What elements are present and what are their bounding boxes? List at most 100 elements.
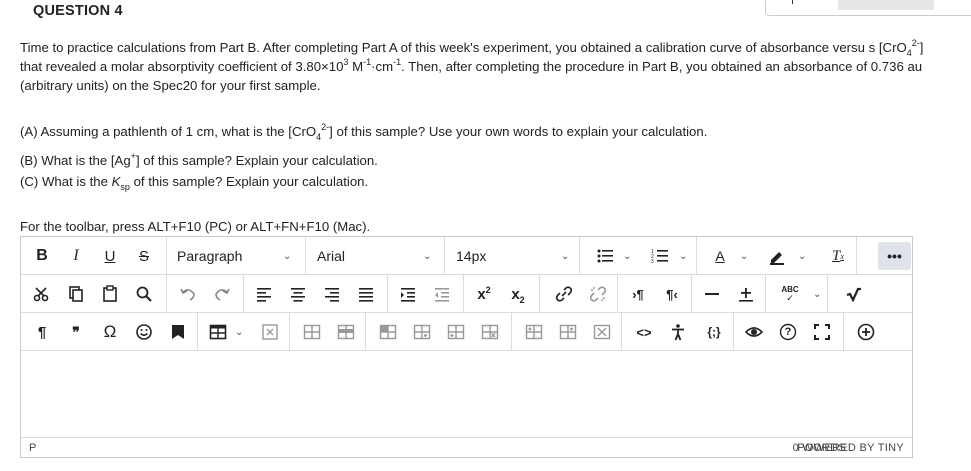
- table-button[interactable]: [207, 313, 229, 351]
- chevron-down-icon[interactable]: ⌄: [740, 251, 748, 262]
- numbered-list-button[interactable]: 123: [649, 237, 671, 275]
- superscript-button[interactable]: x2: [473, 275, 495, 313]
- cut-button[interactable]: [31, 275, 53, 313]
- qa-sup: 2-: [321, 122, 330, 132]
- align-left-button[interactable]: [253, 275, 275, 313]
- align-right-button[interactable]: [321, 275, 343, 313]
- cell-properties-button[interactable]: [335, 313, 357, 351]
- question-title: QUESTION 4: [33, 3, 123, 19]
- font-label: Arial: [317, 248, 346, 264]
- find-button[interactable]: [133, 275, 155, 313]
- delete-cells-icon: [481, 324, 499, 340]
- insert-column-before-button[interactable]: [523, 313, 545, 351]
- delete-row-button[interactable]: [445, 313, 467, 351]
- editor-content-area[interactable]: [21, 351, 912, 437]
- toolbar-note: For the toolbar, press ALT+F10 (PC) or A…: [20, 219, 371, 234]
- show-blocks-button[interactable]: ¶: [31, 313, 53, 351]
- subscript-icon: x2: [511, 285, 525, 305]
- italic-button[interactable]: I: [65, 237, 87, 275]
- justify-button[interactable]: [355, 275, 377, 313]
- outdent-icon: [435, 288, 449, 302]
- toolbar-separator: [289, 313, 290, 350]
- accessibility-icon: [672, 324, 684, 341]
- fullscreen-button[interactable]: [811, 313, 833, 351]
- rtl-button[interactable]: ¶‹: [661, 275, 683, 313]
- intro-sub: 4: [906, 48, 912, 58]
- strikethrough-button[interactable]: S: [133, 237, 155, 275]
- rich-text-editor: B I U S Paragraph ⌄ Arial ⌄ 14px ⌄ ⌄ 123…: [20, 236, 913, 458]
- toolbar-separator: [617, 275, 618, 312]
- powered-by-link[interactable]: POWERED BY TINY: [797, 442, 904, 454]
- insert-column-after-button[interactable]: [557, 313, 579, 351]
- text-color-button[interactable]: A: [709, 237, 731, 275]
- insert-row-after-button[interactable]: [411, 313, 433, 351]
- indent-button[interactable]: [397, 275, 419, 313]
- unlink-button[interactable]: [587, 275, 609, 313]
- font-size-dropdown[interactable]: 14px: [456, 237, 566, 275]
- qc-text-1: (C) What is the: [20, 174, 112, 189]
- outdent-button[interactable]: [431, 275, 453, 313]
- align-center-button[interactable]: [287, 275, 309, 313]
- more-options-button[interactable]: •••: [878, 242, 911, 270]
- clear-formatting-button[interactable]: Tx: [827, 237, 849, 275]
- math-equation-button[interactable]: [843, 275, 865, 313]
- chevron-down-icon[interactable]: ⌄: [798, 251, 806, 262]
- delete-table-button[interactable]: [259, 313, 281, 351]
- bullet-list-button[interactable]: [594, 237, 616, 275]
- help-button[interactable]: ?: [777, 313, 799, 351]
- blockquote-button[interactable]: ❞: [65, 313, 87, 351]
- top-tick: [792, 0, 793, 4]
- insert-link-button[interactable]: [553, 275, 575, 313]
- insert-anchor-button[interactable]: [735, 275, 757, 313]
- insert-media-button[interactable]: [167, 313, 189, 351]
- help-question-mark: ?: [784, 326, 792, 338]
- toolbar-row-2: x2 x2 ›¶ ¶‹ ABC ✓ ⌄: [21, 275, 912, 313]
- horizontal-line-icon: [705, 293, 719, 295]
- text-color-icon: A: [715, 248, 725, 264]
- chevron-down-icon[interactable]: ⌄: [813, 289, 821, 300]
- subscript-button[interactable]: x2: [507, 275, 529, 313]
- highlight-color-button[interactable]: [766, 237, 788, 275]
- chevron-down-icon: ⌄: [423, 251, 432, 262]
- chevron-down-icon[interactable]: ⌄: [679, 251, 687, 262]
- question-c: (C) What is the Ksp of this sample? Expl…: [20, 172, 925, 192]
- chevron-down-icon[interactable]: ⌄: [235, 327, 243, 338]
- preview-button[interactable]: [743, 313, 765, 351]
- paste-button[interactable]: [99, 275, 121, 313]
- top-bar: [838, 0, 934, 10]
- insert-col-before-icon: [525, 324, 543, 340]
- redo-button[interactable]: [211, 275, 233, 313]
- delete-column-button[interactable]: [479, 313, 501, 351]
- table-icon: [209, 324, 227, 340]
- horizontal-line-button[interactable]: [701, 275, 723, 313]
- toolbar-separator: [305, 237, 306, 274]
- spellcheck-button[interactable]: ABC ✓: [775, 275, 805, 313]
- toolbar-separator: [765, 275, 766, 312]
- chevron-down-icon[interactable]: ⌄: [623, 251, 631, 262]
- copy-button[interactable]: [65, 275, 87, 313]
- unlink-icon: [589, 286, 607, 302]
- justify-icon: [359, 288, 373, 302]
- font-dropdown[interactable]: Arial: [317, 237, 437, 275]
- numbered-list-icon: 123: [651, 249, 668, 265]
- format-label: Paragraph: [177, 248, 243, 264]
- special-character-button[interactable]: Ω: [99, 313, 121, 351]
- element-path[interactable]: P: [29, 442, 36, 454]
- emoticons-button[interactable]: [133, 313, 155, 351]
- superscript-icon: x2: [477, 284, 491, 303]
- insert-row-before-button[interactable]: [377, 313, 399, 351]
- delete-cell-button[interactable]: [591, 313, 613, 351]
- insert-code-button[interactable]: {;}: [701, 313, 727, 351]
- undo-button[interactable]: [177, 275, 199, 313]
- cell-props-icon: [337, 324, 355, 340]
- delete-cell-icon: [593, 324, 611, 340]
- source-code-button[interactable]: <>: [633, 313, 655, 351]
- indent-icon: [401, 288, 415, 302]
- toolbar-separator: [365, 313, 366, 350]
- add-content-button[interactable]: [855, 313, 877, 351]
- accessibility-button[interactable]: [667, 313, 689, 351]
- bold-button[interactable]: B: [31, 237, 53, 275]
- row-properties-button[interactable]: [301, 313, 323, 351]
- underline-button[interactable]: U: [99, 237, 121, 275]
- ltr-button[interactable]: ›¶: [627, 275, 649, 313]
